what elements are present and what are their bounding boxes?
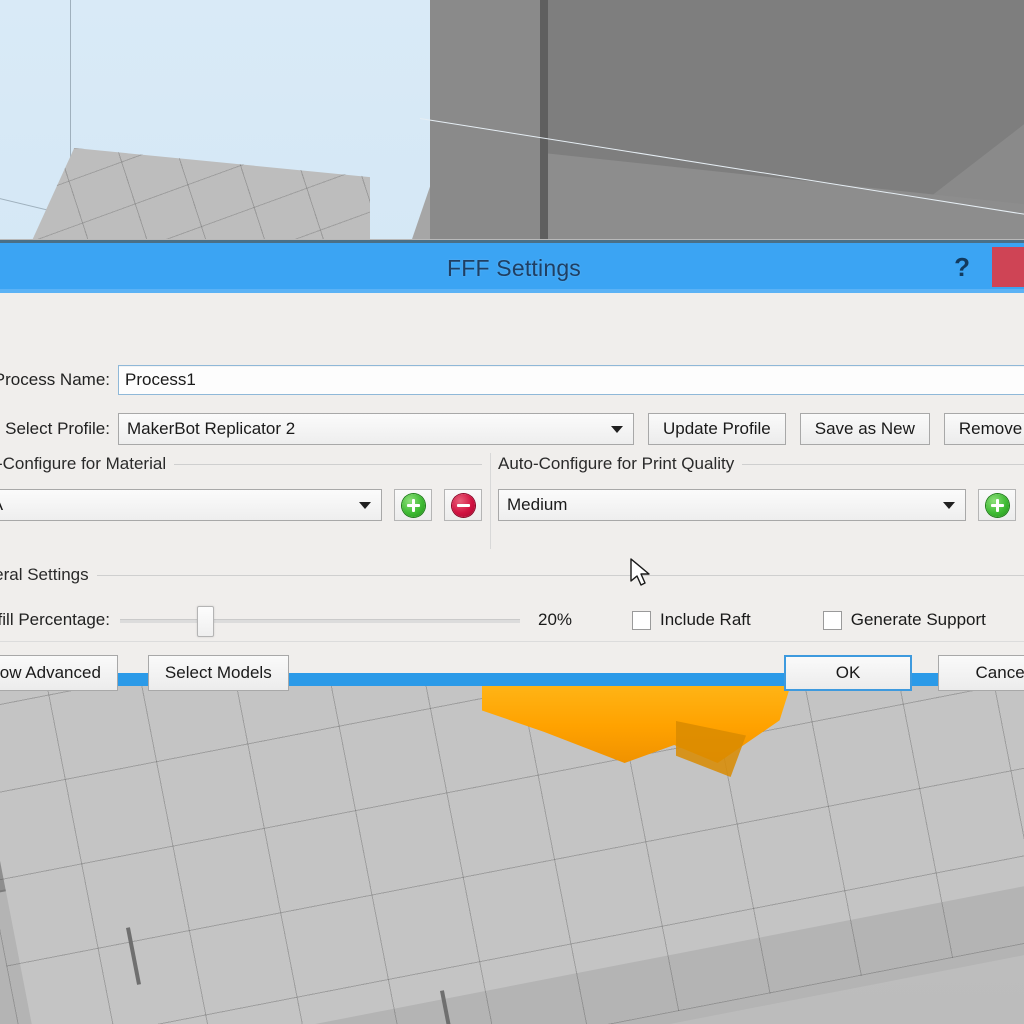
general-settings-header: General Settings — [0, 565, 1024, 585]
generate-support-label: Generate Support — [850, 610, 986, 629]
fff-settings-dialog: FFF Settings ? Process Name: Process1 Se… — [0, 240, 1024, 691]
infill-row: Infill Percentage: 20% Include Raft Gene… — [0, 603, 1024, 637]
material-group-content: PLA — [0, 489, 482, 521]
footer-divider — [0, 641, 1024, 642]
material-select-value: PLA — [0, 495, 3, 515]
help-icon[interactable]: ? — [954, 251, 970, 283]
material-select[interactable]: PLA — [0, 489, 382, 521]
quality-select-value: Medium — [507, 495, 568, 514]
quality-group-content: Medium — [498, 489, 1024, 521]
remove-material-button[interactable] — [444, 489, 482, 521]
process-name-input[interactable]: Process1 — [118, 365, 1024, 395]
infill-percentage-value: 20% — [538, 610, 573, 629]
minus-circle-icon — [451, 493, 475, 517]
include-raft-label: Include Raft — [660, 610, 751, 629]
checkbox-box[interactable] — [822, 610, 842, 630]
material-group-header: Auto-Configure for Material — [0, 453, 482, 475]
auto-configure-quality-group: Auto-Configure for Print Quality Medium — [498, 453, 1024, 553]
group-divider — [174, 463, 482, 465]
include-raft-checkbox[interactable]: Include Raft — [632, 610, 751, 630]
dialog-body: Process Name: Process1 Select Profile: M… — [0, 293, 1024, 691]
quality-group-header: Auto-Configure for Print Quality — [498, 453, 1024, 475]
add-quality-button[interactable] — [978, 489, 1016, 521]
select-profile-label: Select Profile: — [5, 419, 110, 438]
build-plate-viewport[interactable] — [0, 685, 1024, 1024]
slider-thumb[interactable] — [197, 606, 214, 637]
footer-left-buttons: Show Advanced Select Models — [0, 655, 319, 691]
infill-percentage-label: Infill Percentage: — [0, 610, 110, 629]
profile-select-value: MakerBot Replicator 2 — [127, 419, 296, 438]
quality-group-title: Auto-Configure for Print Quality — [498, 454, 735, 473]
show-advanced-button[interactable]: Show Advanced — [0, 655, 118, 691]
checkbox-box[interactable] — [632, 610, 651, 630]
cancel-button[interactable]: Cancel — [938, 655, 1024, 691]
quality-select[interactable]: Medium — [498, 489, 966, 521]
remove-profile-button[interactable]: Remove — [943, 413, 1024, 445]
plate-grid — [0, 685, 1024, 1024]
group-divider — [96, 574, 1024, 576]
save-as-new-button[interactable]: Save as New — [799, 413, 930, 445]
generate-support-checkbox[interactable]: Generate Support — [822, 610, 986, 630]
process-name-label: Process Name: — [0, 370, 110, 389]
viewport-guide-line — [70, 0, 71, 172]
group-divider — [742, 463, 1024, 465]
process-name-row: Process Name: Process1 — [0, 365, 1024, 395]
add-material-button[interactable] — [394, 489, 432, 521]
dialog-title: FFF Settings — [446, 254, 582, 281]
plus-circle-icon — [401, 493, 425, 517]
select-profile-row: Select Profile: MakerBot Replicator 2 Up… — [0, 413, 1024, 445]
close-icon[interactable] — [992, 247, 1024, 287]
profile-select[interactable]: MakerBot Replicator 2 — [118, 413, 634, 445]
infill-percentage-slider[interactable] — [120, 603, 520, 637]
footer-right-buttons: OK Cancel — [758, 655, 1024, 691]
general-settings-title: General Settings — [0, 565, 89, 584]
update-profile-button[interactable]: Update Profile — [648, 413, 786, 445]
plus-circle-icon — [985, 493, 1009, 517]
dialog-titlebar[interactable]: FFF Settings ? — [0, 240, 1024, 293]
group-vertical-divider — [490, 453, 491, 549]
chevron-down-icon — [943, 502, 955, 509]
ok-button[interactable]: OK — [784, 655, 912, 691]
material-group-title: Auto-Configure for Material — [0, 454, 167, 473]
auto-configure-material-group: Auto-Configure for Material PLA — [0, 453, 482, 553]
chevron-down-icon — [611, 426, 623, 433]
select-models-button[interactable]: Select Models — [147, 655, 289, 691]
chevron-down-icon — [359, 502, 371, 509]
slider-track — [120, 619, 520, 623]
application-window: FFF Settings ? Process Name: Process1 Se… — [0, 0, 1024, 1024]
model-edge — [540, 0, 548, 250]
